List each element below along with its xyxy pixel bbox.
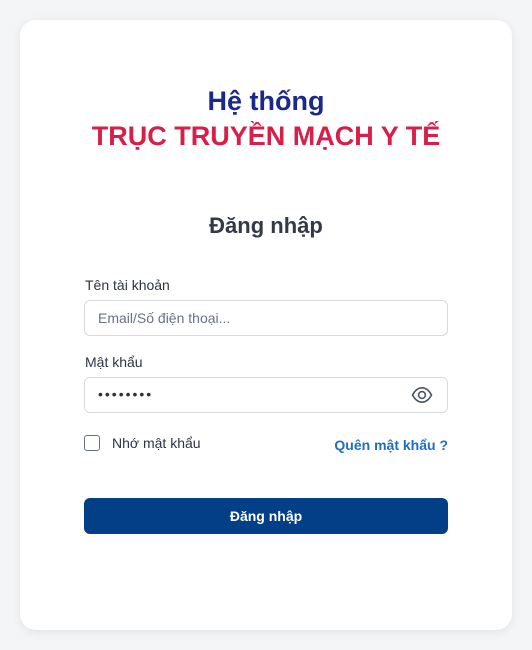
username-input[interactable]: Email/Số điện thoại... xyxy=(84,300,448,336)
password-label: Mật khẩu xyxy=(85,354,143,370)
remember-me[interactable]: Nhớ mật khẩu xyxy=(84,435,201,451)
login-card: Hệ thống TRỤC TRUYỀN MẠCH Y TẾ Đăng nhập… xyxy=(20,20,512,630)
login-heading: Đăng nhập xyxy=(209,213,323,238)
password-input[interactable]: •••••••• xyxy=(84,377,448,413)
password-value: •••••••• xyxy=(98,386,154,402)
forgot-password-link[interactable]: Quên mật khẩu ? xyxy=(334,437,448,453)
system-name: TRỤC TRUYỀN MẠCH Y TẾ xyxy=(91,121,441,151)
system-title: Hệ thống xyxy=(207,86,325,116)
username-label: Tên tài khoản xyxy=(85,277,170,293)
remember-label: Nhớ mật khẩu xyxy=(112,435,201,451)
eye-icon[interactable] xyxy=(411,386,433,404)
login-button[interactable]: Đăng nhập xyxy=(84,498,448,534)
username-placeholder: Email/Số điện thoại... xyxy=(98,310,231,326)
remember-checkbox[interactable] xyxy=(84,435,100,451)
